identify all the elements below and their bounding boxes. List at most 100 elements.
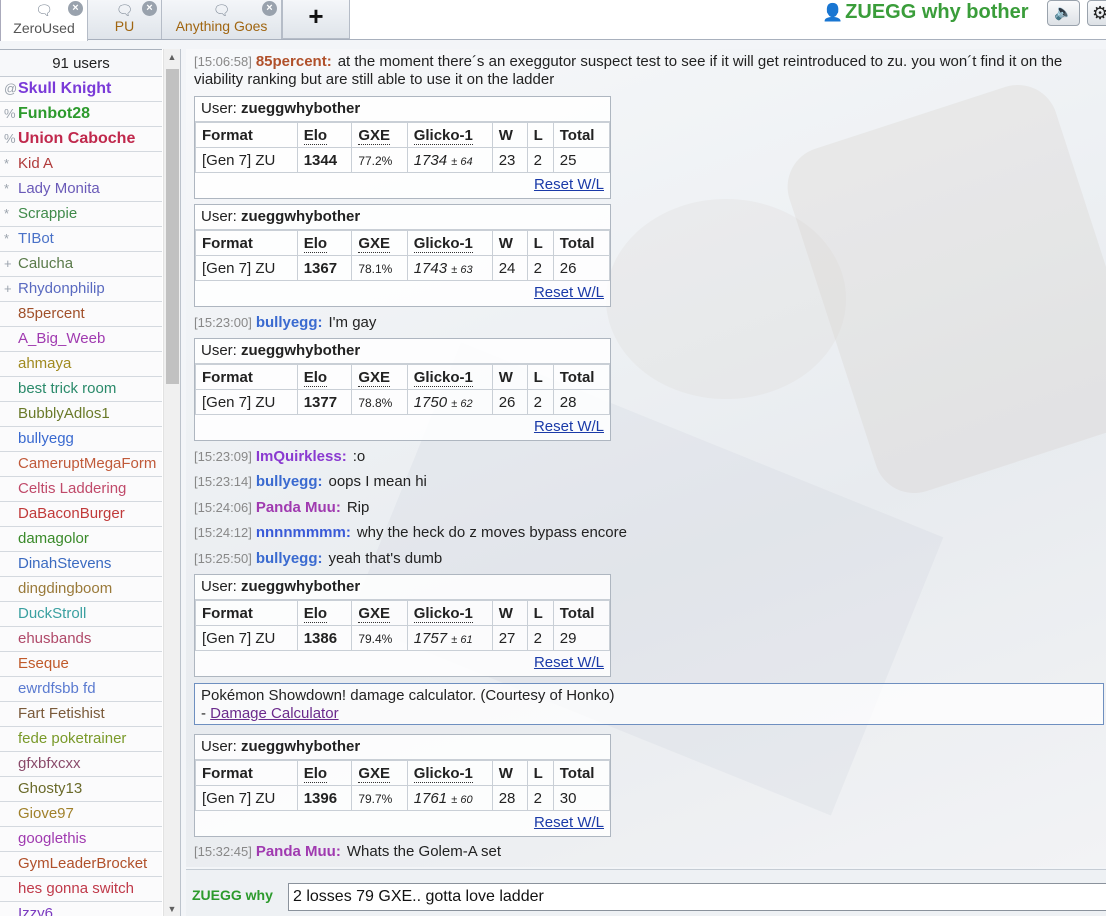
tab-zeroused[interactable]: 🗨 ZeroUsed × bbox=[0, 0, 88, 41]
user-list-item[interactable]: best trick room bbox=[0, 377, 162, 402]
message-author[interactable]: 85percent: bbox=[256, 53, 332, 70]
ranking-box: User: zueggwhybother Format Elo GXE Glicko-1… bbox=[194, 96, 611, 199]
user-name: Union Caboche bbox=[18, 130, 136, 147]
user-list-item[interactable]: CameruptMegaForm bbox=[0, 452, 162, 477]
scroll-down-icon[interactable]: ▼ bbox=[164, 904, 180, 914]
user-list-item[interactable]: DuckStroll bbox=[0, 602, 162, 627]
user-list-item[interactable]: + Rhydonphilip bbox=[0, 277, 162, 302]
user-list-item[interactable]: fede poketrainer bbox=[0, 727, 162, 752]
chat-message: [15:25:50] bullyegg: yeah that's dumb bbox=[194, 550, 442, 568]
message-text: yeah that's dumb bbox=[328, 550, 443, 567]
calc-link-prefix: - bbox=[201, 705, 211, 722]
settings-button[interactable]: ⚙ bbox=[1087, 0, 1106, 26]
sound-button[interactable]: 🔈 bbox=[1047, 0, 1080, 26]
close-icon[interactable]: × bbox=[68, 1, 83, 16]
ranking-total: 28 bbox=[552, 389, 611, 415]
user-list-item[interactable]: Ghosty13 bbox=[0, 777, 162, 802]
user-list-item[interactable]: * Lady Monita bbox=[0, 177, 162, 202]
ranking-losses: 2 bbox=[526, 785, 554, 811]
reset-wl-link[interactable]: Reset W/L bbox=[534, 284, 604, 301]
user-list-item[interactable]: Eseque bbox=[0, 652, 162, 677]
ranking-total: 25 bbox=[552, 147, 611, 173]
ranking-username: zueggwhybother bbox=[241, 578, 361, 595]
reset-wl-link[interactable]: Reset W/L bbox=[534, 176, 604, 193]
user-list-item[interactable]: A_Big_Weeb bbox=[0, 327, 162, 352]
user-list-item[interactable]: damagolor bbox=[0, 527, 162, 552]
user-rank: * bbox=[4, 206, 10, 221]
tab-anything-goes[interactable]: 🗨 Anything Goes × bbox=[162, 0, 282, 39]
new-tab-button[interactable]: + bbox=[282, 0, 350, 39]
ranking-header: L bbox=[526, 122, 554, 148]
input-username[interactable]: ZUEGG why bbox=[192, 887, 273, 903]
ranking-header: Format bbox=[195, 760, 298, 786]
message-author[interactable]: bullyegg: bbox=[256, 473, 323, 490]
chat-input[interactable] bbox=[288, 883, 1106, 911]
user-list-item[interactable]: hes gonna switch bbox=[0, 877, 162, 902]
reset-wl-link[interactable]: Reset W/L bbox=[534, 814, 604, 831]
current-user-name: ZUEGG why bother bbox=[845, 1, 1029, 23]
message-author[interactable]: Panda Muu: bbox=[256, 499, 341, 516]
user-list-item[interactable]: GymLeaderBrocket bbox=[0, 852, 162, 877]
ranking-losses: 2 bbox=[526, 147, 554, 173]
user-list-item[interactable]: googlethis bbox=[0, 827, 162, 852]
current-user-button[interactable]: 👤 ZUEGG why bother bbox=[822, 0, 1029, 24]
chat-message: [15:24:06] Panda Muu: Rip bbox=[194, 499, 369, 517]
user-list-item[interactable]: * TIBot bbox=[0, 227, 162, 252]
user-list-item[interactable]: * Scrappie bbox=[0, 202, 162, 227]
user-list-item[interactable]: ahmaya bbox=[0, 352, 162, 377]
ranking-total: 26 bbox=[552, 255, 611, 281]
reset-wl-link[interactable]: Reset W/L bbox=[534, 654, 604, 671]
user-list-item[interactable]: BubblyAdlos1 bbox=[0, 402, 162, 427]
message-author[interactable]: ImQuirkless: bbox=[256, 448, 347, 465]
close-icon[interactable]: × bbox=[142, 1, 157, 16]
scroll-up-icon[interactable]: ▲ bbox=[164, 52, 180, 62]
message-author[interactable]: nnnnmmmm: bbox=[256, 524, 351, 541]
close-icon[interactable]: × bbox=[262, 1, 277, 16]
message-author[interactable]: bullyegg: bbox=[256, 314, 323, 331]
reset-row: Reset W/L bbox=[195, 651, 610, 676]
user-list-item[interactable]: * Kid A bbox=[0, 152, 162, 177]
timestamp: [15:23:00] bbox=[194, 315, 252, 330]
user-list-item[interactable]: gfxbfxcxx bbox=[0, 752, 162, 777]
user-list-item[interactable]: ehusbands bbox=[0, 627, 162, 652]
user-list-item[interactable]: + Calucha bbox=[0, 252, 162, 277]
user-list-item[interactable]: DaBaconBurger bbox=[0, 502, 162, 527]
message-author[interactable]: bullyegg: bbox=[256, 550, 323, 567]
tab-pu[interactable]: 🗨 PU × bbox=[88, 0, 162, 39]
ranking-gxe: 78.1% bbox=[351, 255, 408, 281]
user-list-item[interactable]: Giove97 bbox=[0, 802, 162, 827]
ranking-losses: 2 bbox=[526, 389, 554, 415]
ranking-header: Elo bbox=[296, 122, 353, 148]
user-list-item[interactable]: dingdingboom bbox=[0, 577, 162, 602]
user-list-item[interactable]: % Funbot28 bbox=[0, 102, 162, 127]
ranking-header: Glicko-1 bbox=[406, 364, 493, 390]
user-list-item[interactable]: Celtis Laddering bbox=[0, 477, 162, 502]
user-name: Skull Knight bbox=[18, 80, 112, 97]
user-list-item[interactable]: bullyegg bbox=[0, 427, 162, 452]
user-list-item[interactable]: ewrdfsbb fd bbox=[0, 677, 162, 702]
ranking-username: zueggwhybother bbox=[241, 738, 361, 755]
damage-calculator-link[interactable]: Damage Calculator bbox=[210, 705, 338, 722]
user-list-scrollbar[interactable]: ▲ ▼ bbox=[163, 49, 180, 916]
user-list-item[interactable]: DinahStevens bbox=[0, 552, 162, 577]
scrollbar-thumb[interactable] bbox=[166, 69, 179, 384]
ranking-header: GXE bbox=[351, 760, 408, 786]
reset-wl-link[interactable]: Reset W/L bbox=[534, 418, 604, 435]
ranking-header: Format bbox=[195, 122, 298, 148]
message-author[interactable]: Panda Muu: bbox=[256, 843, 341, 860]
ranking-elo: 1386 bbox=[296, 625, 353, 651]
user-list-item[interactable]: Fart Fetishist bbox=[0, 702, 162, 727]
user-name: dingdingboom bbox=[18, 580, 113, 597]
ranking-row: [Gen 7] ZU 1377 78.8% 1750 ± 62 26 2 28 bbox=[195, 389, 611, 415]
user-list-item[interactable]: @Skull Knight bbox=[0, 77, 162, 102]
ranking-header: W bbox=[491, 364, 528, 390]
user-list-item[interactable]: 85percent bbox=[0, 302, 162, 327]
ranking-box: User: zueggwhybother Format Elo GXE Glicko-1… bbox=[194, 338, 611, 441]
ranking-header-row: Format Elo GXE Glicko-1 W L Total bbox=[195, 230, 611, 256]
user-list-item[interactable]: Izzy6 bbox=[0, 902, 162, 916]
damage-calc-box: Pokémon Showdown! damage calculator. (Co… bbox=[194, 683, 1104, 725]
user-list-item[interactable]: % Union Caboche bbox=[0, 127, 162, 152]
ranking-wins: 23 bbox=[491, 147, 528, 173]
user-name: bullyegg bbox=[18, 430, 74, 447]
ranking-user: User: zueggwhybother bbox=[195, 735, 610, 760]
